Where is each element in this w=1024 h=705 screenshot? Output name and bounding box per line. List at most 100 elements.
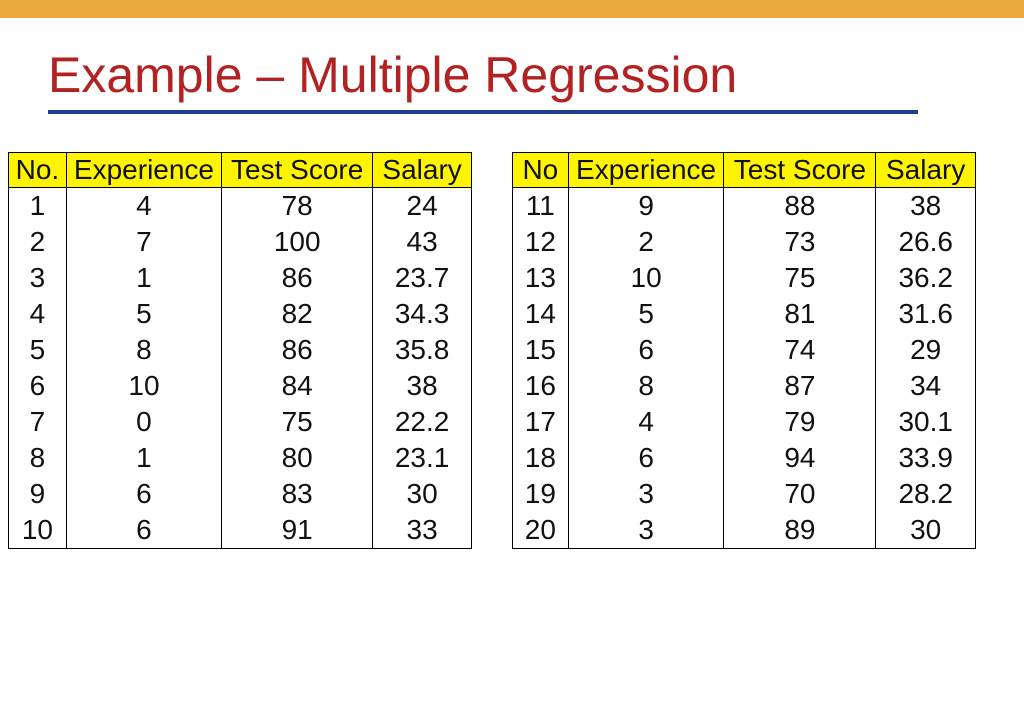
table-body-right: 11988381227326.613107536.21458131.615674… [513, 188, 976, 549]
header-test-score: Test Score [724, 153, 876, 188]
cell-no: 10 [9, 512, 67, 549]
table-row: 588635.8 [9, 332, 472, 368]
cell-experience: 8 [66, 332, 221, 368]
cell-salary: 30 [373, 476, 472, 512]
cell-test-score: 89 [724, 512, 876, 549]
cell-no: 20 [513, 512, 569, 549]
cell-test-score: 73 [724, 224, 876, 260]
cell-test-score: 94 [724, 440, 876, 476]
cell-experience: 5 [568, 296, 724, 332]
cell-test-score: 80 [222, 440, 373, 476]
cell-experience: 4 [568, 404, 724, 440]
cell-salary: 38 [373, 368, 472, 404]
cell-salary: 34.3 [373, 296, 472, 332]
cell-no: 3 [9, 260, 67, 296]
cell-experience: 4 [66, 188, 221, 225]
table-row: 1747930.1 [513, 404, 976, 440]
cell-salary: 33 [373, 512, 472, 549]
data-table-left: No. Experience Test Score Salary 1478242… [8, 152, 472, 549]
cell-salary: 43 [373, 224, 472, 260]
cell-experience: 3 [568, 476, 724, 512]
cell-no: 1 [9, 188, 67, 225]
cell-no: 15 [513, 332, 569, 368]
cell-test-score: 88 [724, 188, 876, 225]
header-experience: Experience [66, 153, 221, 188]
cell-salary: 26.6 [876, 224, 976, 260]
table-row: 1567429 [513, 332, 976, 368]
cell-experience: 5 [66, 296, 221, 332]
cell-no: 4 [9, 296, 67, 332]
cell-no: 7 [9, 404, 67, 440]
cell-experience: 10 [66, 368, 221, 404]
cell-experience: 6 [568, 332, 724, 368]
cell-test-score: 79 [724, 404, 876, 440]
cell-test-score: 78 [222, 188, 373, 225]
table-row: 1688734 [513, 368, 976, 404]
cell-experience: 0 [66, 404, 221, 440]
table-row: 2038930 [513, 512, 976, 549]
cell-salary: 36.2 [876, 260, 976, 296]
cell-test-score: 82 [222, 296, 373, 332]
cell-no: 18 [513, 440, 569, 476]
cell-salary: 38 [876, 188, 976, 225]
cell-salary: 30.1 [876, 404, 976, 440]
table-header-row: No. Experience Test Score Salary [9, 153, 472, 188]
cell-test-score: 100 [222, 224, 373, 260]
cell-test-score: 91 [222, 512, 373, 549]
header-test-score: Test Score [222, 153, 373, 188]
cell-experience: 6 [66, 476, 221, 512]
cell-experience: 1 [66, 260, 221, 296]
cell-no: 5 [9, 332, 67, 368]
cell-salary: 23.1 [373, 440, 472, 476]
table-row: 318623.7 [9, 260, 472, 296]
cell-salary: 23.7 [373, 260, 472, 296]
top-accent-bar [0, 0, 1024, 18]
title-underline [48, 110, 918, 114]
data-table-right: No Experience Test Score Salary 11988381… [512, 152, 976, 549]
cell-salary: 22.2 [373, 404, 472, 440]
cell-test-score: 70 [724, 476, 876, 512]
table-row: 13107536.2 [513, 260, 976, 296]
table-row: 968330 [9, 476, 472, 512]
cell-salary: 28.2 [876, 476, 976, 512]
cell-no: 2 [9, 224, 67, 260]
cell-test-score: 86 [222, 332, 373, 368]
cell-no: 17 [513, 404, 569, 440]
cell-salary: 24 [373, 188, 472, 225]
cell-salary: 35.8 [373, 332, 472, 368]
cell-test-score: 83 [222, 476, 373, 512]
table-row: 2710043 [9, 224, 472, 260]
table-row: 1937028.2 [513, 476, 976, 512]
header-no: No [513, 153, 569, 188]
cell-no: 6 [9, 368, 67, 404]
table-row: 707522.2 [9, 404, 472, 440]
table-row: 1069133 [9, 512, 472, 549]
cell-no: 12 [513, 224, 569, 260]
table-row: 1869433.9 [513, 440, 976, 476]
header-no: No. [9, 153, 67, 188]
cell-salary: 29 [876, 332, 976, 368]
table-row: 458234.3 [9, 296, 472, 332]
table-row: 1227326.6 [513, 224, 976, 260]
cell-no: 11 [513, 188, 569, 225]
table-row: 6108438 [9, 368, 472, 404]
table-row: 818023.1 [9, 440, 472, 476]
cell-no: 8 [9, 440, 67, 476]
cell-experience: 10 [568, 260, 724, 296]
cell-no: 14 [513, 296, 569, 332]
cell-experience: 2 [568, 224, 724, 260]
cell-test-score: 75 [222, 404, 373, 440]
cell-experience: 6 [568, 440, 724, 476]
cell-experience: 6 [66, 512, 221, 549]
slide-content: Example – Multiple Regression No. Experi… [0, 18, 1024, 549]
cell-experience: 8 [568, 368, 724, 404]
cell-test-score: 86 [222, 260, 373, 296]
cell-no: 13 [513, 260, 569, 296]
slide-title: Example – Multiple Regression [48, 46, 976, 104]
header-experience: Experience [568, 153, 724, 188]
cell-test-score: 81 [724, 296, 876, 332]
cell-no: 9 [9, 476, 67, 512]
tables-container: No. Experience Test Score Salary 1478242… [8, 152, 976, 549]
cell-test-score: 84 [222, 368, 373, 404]
cell-experience: 3 [568, 512, 724, 549]
